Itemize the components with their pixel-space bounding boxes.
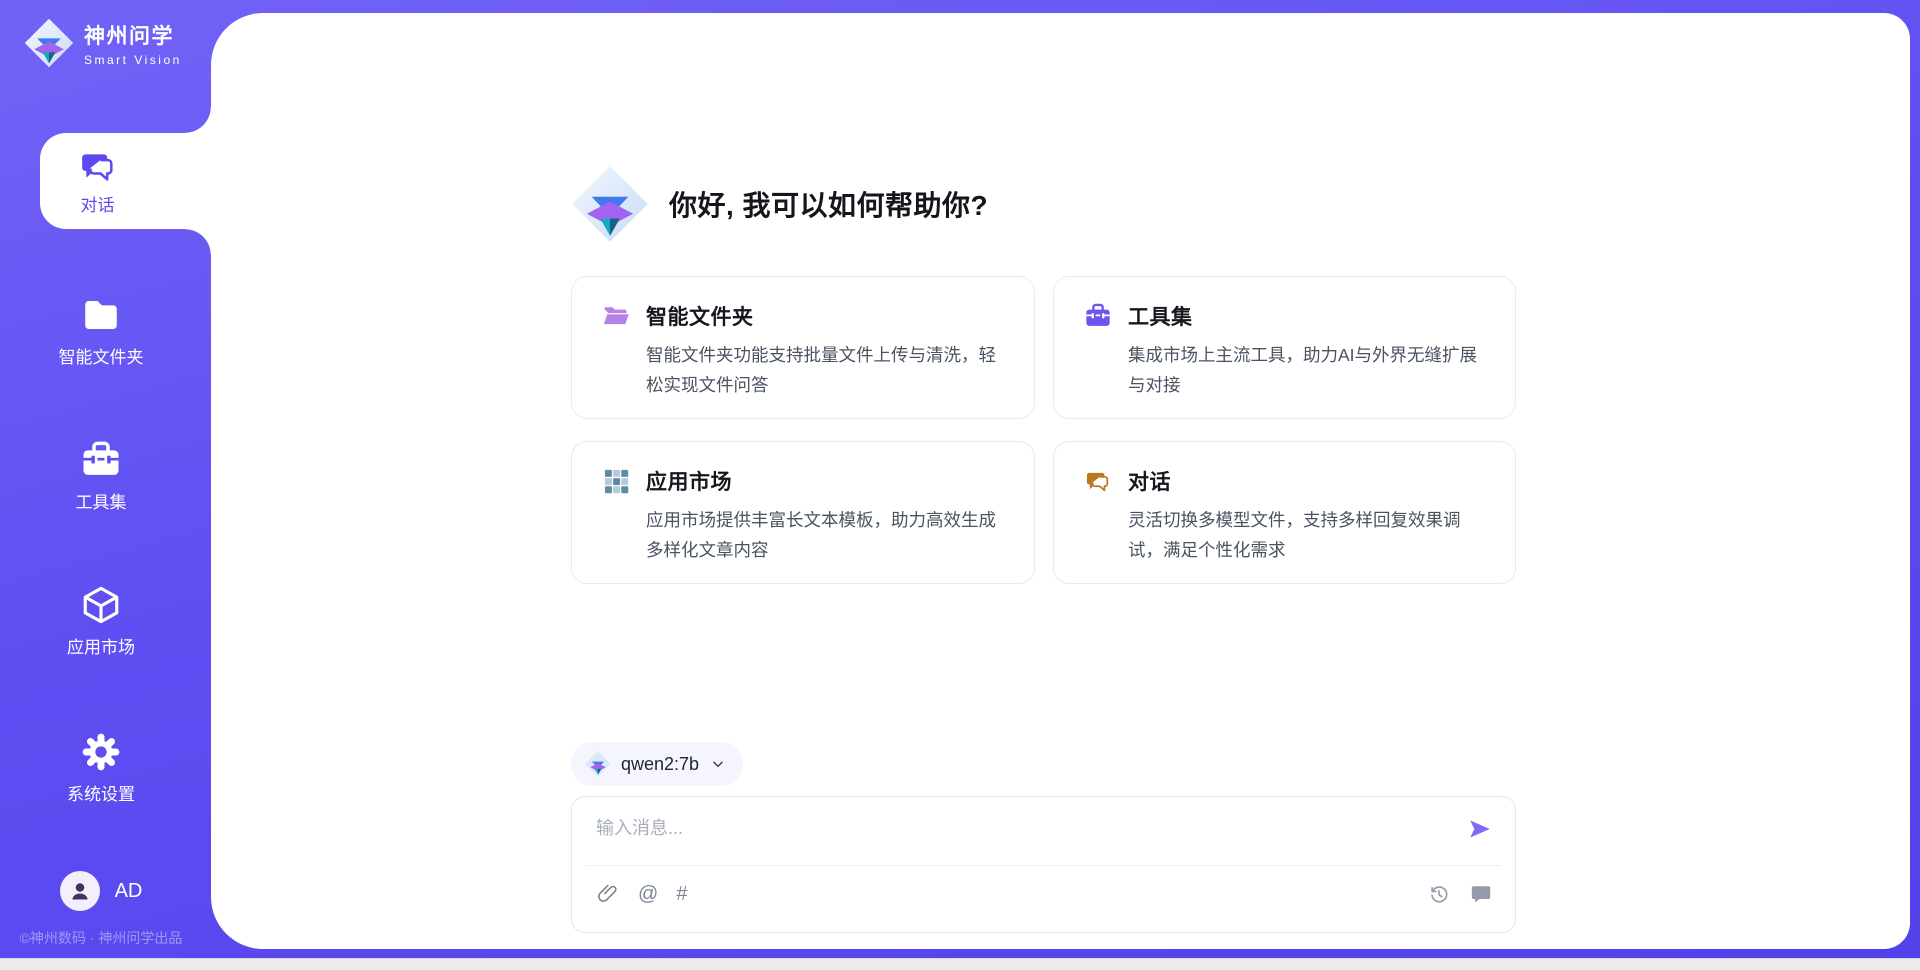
folder-icon — [80, 294, 122, 336]
person-icon — [68, 879, 92, 903]
sidebar-item-app-market[interactable]: 应用市场 — [0, 584, 202, 658]
card-description: 应用市场提供丰富长文本模板，助力高效生成多样化文章内容 — [646, 505, 1008, 565]
message-composer: @ # — [571, 796, 1516, 933]
grid-icon — [602, 467, 630, 495]
sidebar-item-label: 工具集 — [76, 488, 127, 513]
card-title: 智能文件夹 — [646, 301, 754, 331]
avatar — [60, 871, 100, 911]
card-app-market[interactable]: 应用市场 应用市场提供丰富长文本模板，助力高效生成多样化文章内容 — [571, 441, 1035, 584]
send-button[interactable] — [1465, 814, 1495, 844]
folder-open-icon — [602, 302, 630, 330]
briefcase-icon — [80, 439, 122, 481]
sidebar-item-label: 对话 — [81, 191, 115, 216]
copyright-text: ©神州数码 · 神州问学出品 — [0, 928, 202, 948]
main-panel: 你好, 我可以如何帮助你? 智能文件夹 智能文件夹功能支持批量文件上传与清洗，轻… — [211, 13, 1910, 949]
gear-icon — [80, 731, 122, 773]
chat-bubble-icon — [1470, 883, 1492, 905]
card-toolset[interactable]: 工具集 集成市场上主流工具，助力AI与外界无缝扩展与对接 — [1053, 276, 1516, 419]
card-description: 灵活切换多模型文件，支持多样回复效果调试，满足个性化需求 — [1128, 505, 1489, 565]
model-logo-icon — [585, 751, 611, 777]
card-title: 工具集 — [1128, 301, 1193, 331]
app-subtitle: Smart Vision — [84, 53, 182, 67]
card-description: 智能文件夹功能支持批量文件上传与清洗，轻松实现文件问答 — [646, 340, 1008, 400]
sidebar-item-settings[interactable]: 系统设置 — [0, 731, 202, 805]
topic-button[interactable]: # — [676, 883, 687, 905]
mention-button[interactable]: @ — [638, 883, 658, 905]
model-name: qwen2:7b — [621, 754, 699, 775]
chevron-down-icon — [711, 757, 725, 771]
user-profile[interactable]: AD — [0, 871, 202, 911]
sidebar-item-smart-folder[interactable]: 智能文件夹 — [0, 294, 202, 368]
app-title: 神州问学 — [84, 20, 182, 50]
user-initials: AD — [115, 880, 143, 903]
greeting-title: 你好, 我可以如何帮助你? — [669, 184, 988, 224]
window-bottom-strip — [0, 958, 1920, 970]
briefcase-icon — [1084, 302, 1112, 330]
greeting-block: 你好, 我可以如何帮助你? — [571, 165, 1516, 243]
card-chat[interactable]: 对话 灵活切换多模型文件，支持多样回复效果调试，满足个性化需求 — [1053, 441, 1516, 584]
paperclip-icon — [597, 883, 619, 905]
sidebar-item-label: 智能文件夹 — [59, 343, 144, 368]
conversations-button[interactable] — [1469, 882, 1493, 906]
brand-logo-icon — [24, 18, 74, 68]
sidebar-item-label: 应用市场 — [67, 633, 135, 658]
cube-icon — [80, 584, 122, 626]
card-description: 集成市场上主流工具，助力AI与外界无缝扩展与对接 — [1128, 340, 1489, 400]
sidebar-item-toolset[interactable]: 工具集 — [0, 439, 202, 513]
attachment-button[interactable] — [596, 882, 620, 906]
sidebar: 神州问学 Smart Vision 对话 智能文件夹 工具集 — [0, 0, 202, 970]
chat-bubbles-icon — [1084, 467, 1112, 495]
message-input[interactable] — [596, 814, 1465, 848]
brand-logo-icon — [571, 165, 649, 243]
model-selector[interactable]: qwen2:7b — [571, 742, 743, 786]
card-title: 对话 — [1128, 466, 1171, 496]
sidebar-item-chat[interactable]: 对话 — [40, 133, 211, 229]
brand: 神州问学 Smart Vision — [24, 18, 182, 68]
card-title: 应用市场 — [646, 466, 732, 496]
feature-cards: 智能文件夹 智能文件夹功能支持批量文件上传与清洗，轻松实现文件问答 工具集 集成… — [571, 276, 1516, 584]
card-smart-folder[interactable]: 智能文件夹 智能文件夹功能支持批量文件上传与清洗，轻松实现文件问答 — [571, 276, 1035, 419]
history-button[interactable] — [1427, 882, 1451, 906]
sidebar-item-label: 系统设置 — [67, 780, 135, 805]
send-icon — [1467, 816, 1493, 842]
chat-bubbles-icon — [78, 146, 118, 186]
history-icon — [1428, 883, 1450, 905]
